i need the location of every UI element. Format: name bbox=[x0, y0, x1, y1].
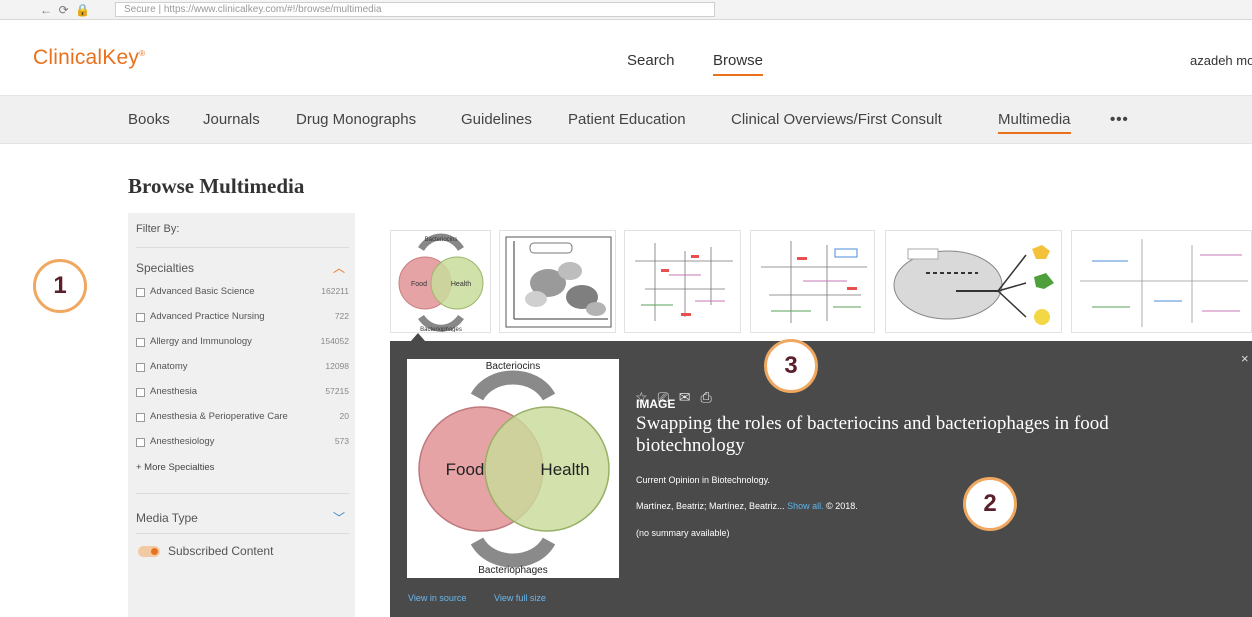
divider bbox=[136, 247, 349, 248]
thumbnail-pathway-1[interactable] bbox=[624, 230, 741, 333]
specialty-row[interactable]: Anesthesia 57215 bbox=[136, 386, 349, 402]
journal-name: Current Opinion in Biotechnology. bbox=[636, 475, 770, 485]
annotation-marker-1: 1 bbox=[33, 259, 87, 313]
specialties-heading[interactable]: Specialties bbox=[136, 261, 194, 275]
filter-by-label: Filter By: bbox=[136, 223, 180, 235]
specialty-label: Anesthesia & Perioperative Care bbox=[150, 411, 288, 422]
specialty-count: 12098 bbox=[325, 361, 349, 371]
figure-right-label: Health bbox=[540, 460, 589, 479]
image-detail-panel: Bacteriocins Food Health Bacteriophages … bbox=[390, 341, 1252, 617]
subnav-guidelines[interactable]: Guidelines bbox=[461, 111, 532, 128]
selected-thumbnail-caret bbox=[411, 333, 425, 341]
checkbox[interactable] bbox=[136, 313, 145, 322]
thumbnail-plot-figure bbox=[505, 236, 612, 328]
thumbnail-right-label: Health bbox=[451, 281, 471, 288]
content-type-label: IMAGE bbox=[636, 397, 676, 411]
subscribed-toggle[interactable] bbox=[138, 546, 160, 557]
browser-nav-icons[interactable]: ← ⟳ 🔒 bbox=[40, 3, 90, 17]
browse-subnav: Books Journals Drug Monographs Guideline… bbox=[0, 95, 1252, 144]
chevron-down-icon[interactable]: ﹀ bbox=[333, 509, 345, 526]
thumbnail-pathway-figure bbox=[761, 241, 867, 323]
authors: Martínez, Beatriz; Martínez, Beatriz... bbox=[636, 501, 785, 511]
publication-year: © 2018. bbox=[826, 501, 858, 511]
figure-bottom-label: Bacteriophages bbox=[478, 565, 548, 576]
nav-search[interactable]: Search bbox=[627, 52, 675, 69]
subnav-journals[interactable]: Journals bbox=[203, 111, 260, 128]
specialty-count: 57215 bbox=[325, 386, 349, 396]
specialty-count: 154052 bbox=[320, 336, 349, 346]
thumbnail-pathway-3[interactable] bbox=[1071, 230, 1252, 333]
specialty-row[interactable]: Allergy and Immunology 154052 bbox=[136, 336, 349, 352]
page-title: Browse Multimedia bbox=[128, 174, 305, 198]
specialty-label: Anesthesia bbox=[150, 386, 198, 397]
authors-line: Martínez, Beatriz; Martínez, Beatriz... … bbox=[636, 501, 858, 511]
subnav-clinical-overviews[interactable]: Clinical Overviews/First Consult bbox=[731, 111, 942, 128]
thumbnail-pathway-2[interactable] bbox=[750, 230, 875, 333]
thumbnail-venn-figure: Bacteriocins Food Health Bacteriophages bbox=[398, 233, 484, 333]
specialty-label: Anatomy bbox=[150, 361, 188, 372]
specialty-label: Advanced Basic Science bbox=[150, 286, 255, 297]
subnav-drug-monographs[interactable]: Drug Monographs bbox=[296, 111, 416, 128]
annotation-marker-2: 2 bbox=[963, 477, 1017, 531]
thumbnail-bottom-label: Bacteriophages bbox=[420, 327, 462, 333]
figure-left-label: Food bbox=[446, 460, 485, 479]
checkbox[interactable] bbox=[136, 363, 145, 372]
thumbnail-bacteriocins[interactable]: Bacteriocins Food Health Bacteriophages bbox=[390, 230, 491, 333]
annotation-marker-3: 3 bbox=[764, 339, 818, 393]
checkbox[interactable] bbox=[136, 288, 145, 297]
figure-top-label: Bacteriocins bbox=[486, 361, 540, 372]
thumbnail-plot[interactable] bbox=[499, 230, 616, 333]
clinicalkey-logo[interactable]: ClinicalKey® bbox=[33, 46, 145, 70]
specialty-row[interactable]: Advanced Basic Science 162211 bbox=[136, 286, 349, 302]
browser-toolbar: ← ⟳ 🔒 Secure | https://www.clinicalkey.c… bbox=[0, 0, 1252, 20]
nav-browse[interactable]: Browse bbox=[713, 52, 764, 76]
specialty-label: Anesthesiology bbox=[150, 436, 215, 447]
checkbox[interactable] bbox=[136, 338, 145, 347]
divider bbox=[136, 533, 349, 534]
summary-text: (no summary available) bbox=[636, 528, 730, 538]
specialty-count: 20 bbox=[339, 411, 349, 421]
filter-sidebar: Filter By: Specialties ︿ Advanced Basic … bbox=[128, 213, 355, 617]
subscribed-content-label: Subscribed Content bbox=[168, 544, 274, 558]
view-in-source-link[interactable]: View in source bbox=[408, 593, 466, 603]
email-icon[interactable]: ✉ bbox=[679, 389, 701, 405]
thumbnail-left-label: Food bbox=[411, 281, 427, 288]
image-title[interactable]: Swapping the roles of bacteriocins and b… bbox=[636, 413, 1216, 457]
specialty-row[interactable]: Advanced Practice Nursing 722 bbox=[136, 311, 349, 327]
checkbox[interactable] bbox=[136, 388, 145, 397]
divider bbox=[136, 493, 349, 494]
subnav-patient-education[interactable]: Patient Education bbox=[568, 111, 686, 128]
specialty-label: Advanced Practice Nursing bbox=[150, 311, 265, 322]
specialty-row[interactable]: Anatomy 12098 bbox=[136, 361, 349, 377]
more-specialties-link[interactable]: + More Specialties bbox=[136, 462, 214, 473]
thumbnail-pathway-figure bbox=[635, 243, 733, 321]
checkbox[interactable] bbox=[136, 413, 145, 422]
print-icon[interactable]: ⎙ bbox=[701, 389, 722, 405]
show-all-link[interactable]: Show all. bbox=[787, 501, 824, 511]
checkbox[interactable] bbox=[136, 438, 145, 447]
close-icon[interactable]: × bbox=[1241, 351, 1249, 366]
thumbnail-cell-figure bbox=[893, 245, 1054, 325]
media-type-heading[interactable]: Media Type bbox=[136, 511, 198, 525]
specialty-count: 162211 bbox=[321, 286, 349, 296]
specialty-row[interactable]: Anesthesiology 573 bbox=[136, 436, 349, 452]
user-name[interactable]: azadeh mo bbox=[1190, 53, 1252, 68]
specialty-label: Allergy and Immunology bbox=[150, 336, 252, 347]
specialty-count: 573 bbox=[334, 436, 349, 446]
thumbnail-glucose-cell[interactable] bbox=[885, 230, 1062, 333]
subnav-multimedia[interactable]: Multimedia bbox=[998, 111, 1071, 134]
view-full-size-link[interactable]: View full size bbox=[494, 593, 546, 603]
specialty-count: 722 bbox=[334, 311, 349, 321]
chevron-up-icon[interactable]: ︿ bbox=[333, 259, 345, 276]
subnav-more-button[interactable]: ••• bbox=[1110, 111, 1129, 128]
app-root: ← ⟳ 🔒 Secure | https://www.clinicalkey.c… bbox=[0, 0, 1252, 617]
address-bar[interactable]: Secure | https://www.clinicalkey.com/#!/… bbox=[115, 2, 715, 17]
subnav-books[interactable]: Books bbox=[128, 111, 170, 128]
thumbnail-pathway-figure bbox=[1080, 239, 1248, 327]
thumbnail-top-label: Bacteriocins bbox=[425, 237, 458, 243]
specialty-row[interactable]: Anesthesia & Perioperative Care 20 bbox=[136, 411, 349, 427]
detail-image[interactable]: Bacteriocins Food Health Bacteriophages bbox=[407, 359, 619, 578]
venn-diagram-figure: Bacteriocins Food Health Bacteriophages bbox=[418, 361, 610, 576]
